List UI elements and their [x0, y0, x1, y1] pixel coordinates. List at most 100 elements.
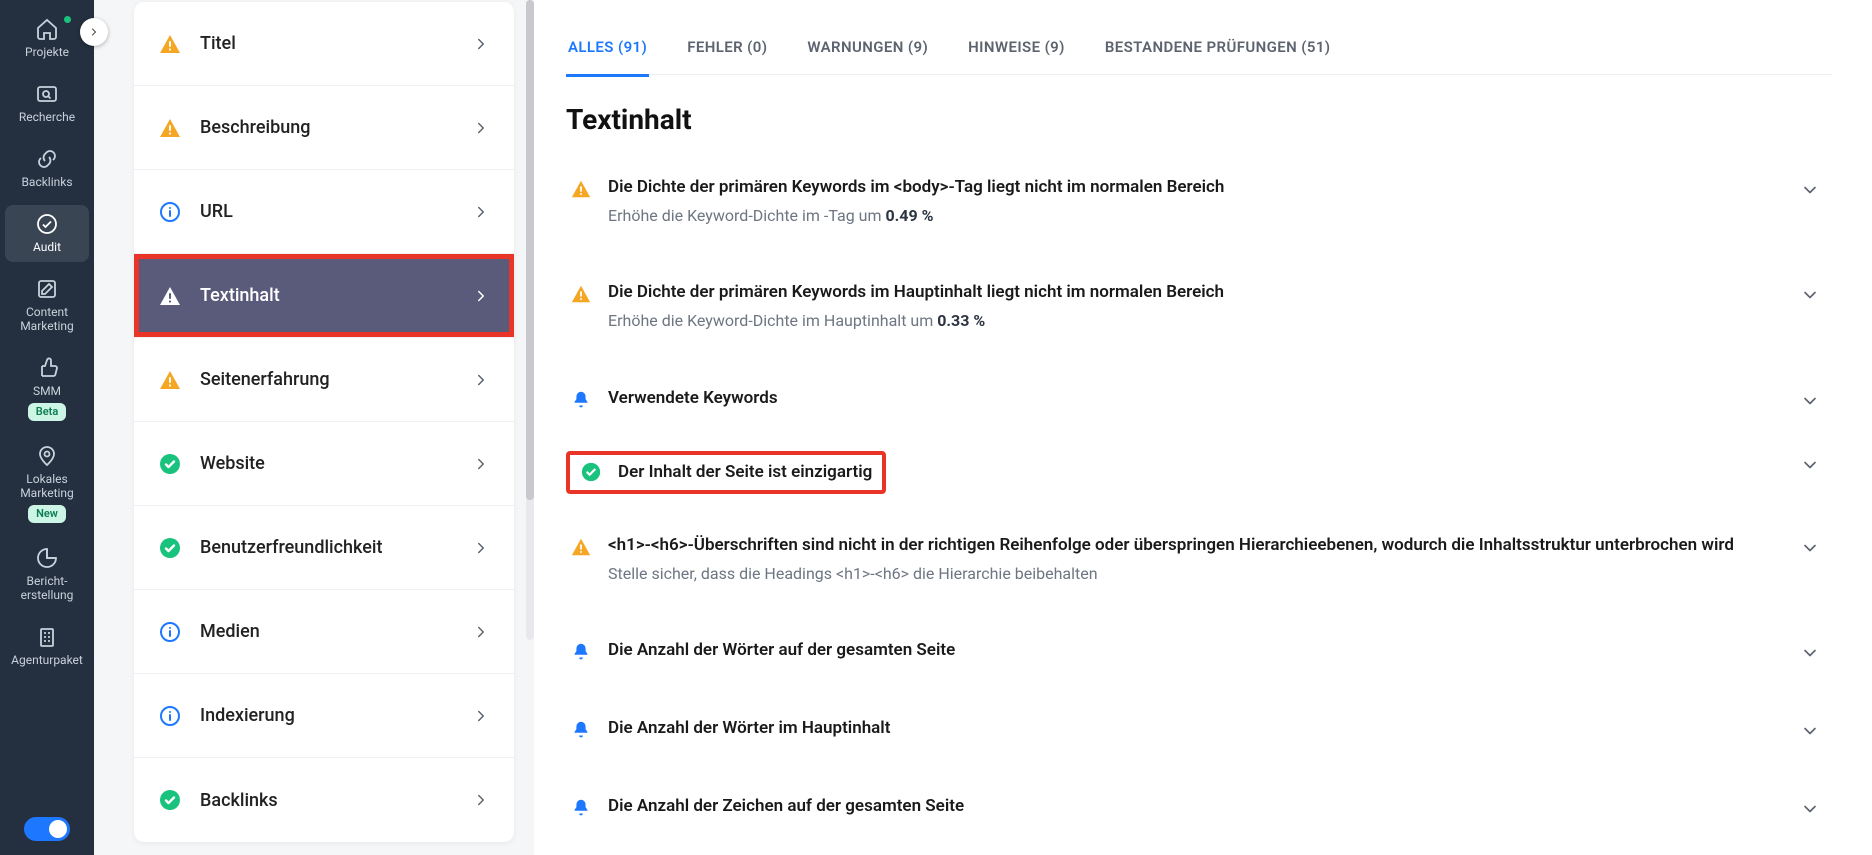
chevron-right-icon — [472, 707, 490, 725]
sidebar-scrollbar[interactable] — [526, 0, 534, 640]
sidebar-item-label: Website — [200, 453, 454, 474]
sidebar-item-backlinks[interactable]: Backlinks — [134, 758, 514, 842]
beta-badge: Beta — [28, 403, 67, 421]
expand-rail-button[interactable] — [80, 18, 108, 46]
nav-label: Lokales Marketing — [5, 472, 89, 500]
sidebar-item-label: URL — [200, 201, 454, 222]
sidebar-item-indexierung[interactable]: Indexierung — [134, 674, 514, 758]
nav-projekte[interactable]: Projekte — [5, 10, 89, 67]
audit-item[interactable]: <h1>-<h6>-Überschriften sind nicht in de… — [566, 516, 1832, 603]
check-icon — [158, 788, 182, 812]
audit-item[interactable]: Die Anzahl der Wörter im Hauptinhalt — [566, 699, 1832, 759]
chevron-right-icon — [88, 26, 100, 38]
sidebar-item-label: Indexierung — [200, 705, 454, 726]
audit-item[interactable]: Der Inhalt der Seite ist einzigartig — [566, 447, 1832, 498]
check-circle-icon — [34, 211, 60, 237]
audit-item[interactable]: Die Anzahl der Wörter auf der gesamten S… — [566, 621, 1832, 681]
chevron-down-icon — [1800, 180, 1820, 200]
audit-item[interactable]: Die Dichte der primären Keywords im Haup… — [566, 263, 1832, 350]
chart-icon — [34, 545, 60, 571]
sidebar-item-url[interactable]: URL — [134, 170, 514, 254]
check-icon — [580, 461, 602, 483]
filter-tabs: ALLES (91) FEHLER (0) WARNUNGEN (9) HINW… — [566, 20, 1832, 75]
nav-lokales-marketing[interactable]: Lokales Marketing New — [5, 437, 89, 531]
audit-title: <h1>-<h6>-Überschriften sind nicht in de… — [608, 534, 1784, 557]
nav-label: SMM — [33, 384, 61, 398]
tab-bestanden[interactable]: BESTANDENE PRÜFUNGEN (51) — [1103, 20, 1333, 74]
info-icon — [158, 704, 182, 728]
nav-content-marketing[interactable]: Content Marketing — [5, 270, 89, 341]
nav-label: Backlinks — [21, 175, 72, 189]
nav-label: Agenturpaket — [11, 653, 83, 667]
audit-list: Die Dichte der primären Keywords im <bod… — [566, 158, 1832, 855]
sidebar-item-seitenerfahrung[interactable]: Seitenerfahrung — [134, 338, 514, 422]
tab-warnungen[interactable]: WARNUNGEN (9) — [805, 20, 930, 74]
nav-agenturpaket[interactable]: Agenturpaket — [5, 618, 89, 675]
sidebar-item-beschreibung[interactable]: Beschreibung — [134, 86, 514, 170]
tab-fehler[interactable]: FEHLER (0) — [685, 20, 769, 74]
chevron-right-icon — [472, 35, 490, 53]
audit-subtitle: Erhöhe die Keyword-Dichte im -Tag um 0.4… — [608, 205, 1784, 227]
warning-icon — [158, 32, 182, 56]
audit-item[interactable]: Die Dichte der primären Keywords im <bod… — [566, 158, 1832, 245]
audit-subtitle: Stelle sicher, dass die Headings <h1>-<h… — [608, 563, 1784, 585]
tab-hinweise[interactable]: HINWEISE (9) — [966, 20, 1067, 74]
check-icon — [158, 452, 182, 476]
status-dot-icon — [64, 16, 71, 23]
chevron-right-icon — [472, 119, 490, 137]
nav-smm[interactable]: SMM Beta — [5, 349, 89, 429]
bell-icon — [570, 641, 592, 663]
audit-title: Der Inhalt der Seite ist einzigartig — [618, 461, 872, 484]
sidebar-item-label: Backlinks — [200, 790, 454, 811]
nav-audit[interactable]: Audit — [5, 205, 89, 262]
chevron-down-icon — [1800, 721, 1820, 741]
chevron-right-icon — [472, 623, 490, 641]
nav-rail: Projekte Recherche Backlinks Audit Conte… — [0, 0, 94, 855]
search-screen-icon — [34, 81, 60, 107]
sidebar-item-benutzerfreundlichkeit[interactable]: Benutzerfreundlichkeit — [134, 506, 514, 590]
sidebar-item-label: Benutzerfreundlichkeit — [200, 537, 454, 558]
bell-icon — [570, 389, 592, 411]
section-sidebar: Titel Beschreibung URL Textinhalt Seiten… — [94, 0, 534, 855]
link-icon — [34, 146, 60, 172]
warning-icon — [570, 178, 592, 200]
error-icon — [158, 284, 182, 308]
nav-recherche[interactable]: Recherche — [5, 75, 89, 132]
edit-icon — [34, 276, 60, 302]
highlighted-audit: Der Inhalt der Seite ist einzigartig — [566, 451, 886, 494]
chevron-down-icon — [1800, 285, 1820, 305]
sidebar-item-textinhalt[interactable]: Textinhalt — [134, 254, 514, 338]
audit-title: Die Anzahl der Zeichen auf der gesamten … — [608, 795, 1784, 818]
building-icon — [34, 624, 60, 650]
warning-icon — [570, 536, 592, 558]
nav-backlinks[interactable]: Backlinks — [5, 140, 89, 197]
chevron-down-icon — [1800, 799, 1820, 819]
tab-alles[interactable]: ALLES (91) — [566, 20, 649, 74]
nav-label: Recherche — [19, 110, 75, 124]
audit-item[interactable]: Verwendete Keywords — [566, 369, 1832, 429]
nav-label: Bericht-erstellung — [5, 574, 89, 602]
audit-title: Die Dichte der primären Keywords im <bod… — [608, 176, 1784, 199]
bell-icon — [570, 797, 592, 819]
sidebar-item-label: Beschreibung — [200, 117, 454, 138]
pin-icon — [34, 443, 60, 469]
audit-subtitle: Erhöhe die Keyword-Dichte im Hauptinhalt… — [608, 310, 1784, 332]
audit-item[interactable]: Die Anzahl der Zeichen auf der gesamten … — [566, 777, 1832, 837]
audit-title: Die Anzahl der Wörter auf der gesamten S… — [608, 639, 1784, 662]
warning-icon — [570, 283, 592, 305]
main-content: ALLES (91) FEHLER (0) WARNUNGEN (9) HINW… — [534, 0, 1872, 855]
nav-berichte[interactable]: Bericht-erstellung — [5, 539, 89, 610]
sidebar-item-website[interactable]: Website — [134, 422, 514, 506]
info-icon — [158, 620, 182, 644]
nav-label: Projekte — [25, 45, 69, 59]
sidebar-item-medien[interactable]: Medien — [134, 590, 514, 674]
thumbs-up-icon — [34, 355, 60, 381]
sidebar-item-titel[interactable]: Titel — [134, 2, 514, 86]
audit-title: Die Anzahl der Wörter im Hauptinhalt — [608, 717, 1784, 740]
sidebar-item-label: Textinhalt — [200, 285, 454, 306]
warning-icon — [158, 368, 182, 392]
page-title: Textinhalt — [566, 103, 1832, 136]
nav-label: Content Marketing — [5, 305, 89, 333]
theme-toggle[interactable] — [24, 817, 70, 841]
sidebar-item-label: Medien — [200, 621, 454, 642]
